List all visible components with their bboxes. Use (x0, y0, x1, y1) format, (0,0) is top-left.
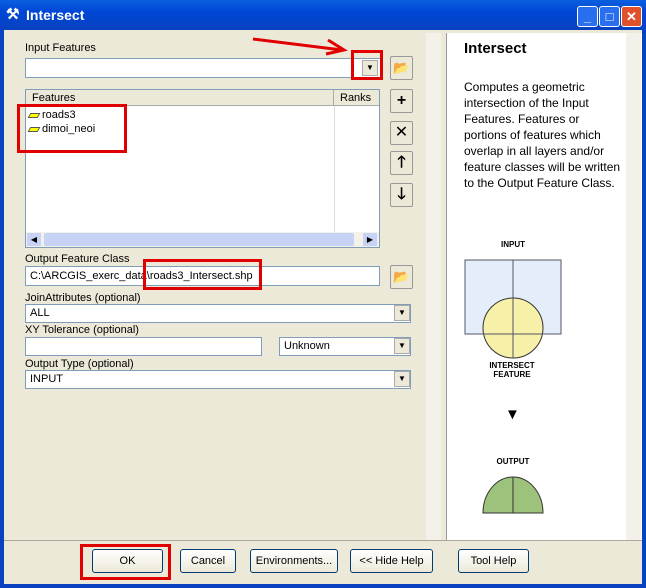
chevron-down-icon[interactable]: ▼ (394, 338, 410, 354)
hide-help-button[interactable]: << Hide Help (350, 549, 433, 573)
help-vertical-scrollbar[interactable] (626, 33, 641, 540)
title-bar: ⚒ Intersect _ □ ✕ (0, 0, 646, 30)
help-panel: Intersect Computes a geometric intersect… (446, 33, 642, 540)
help-title: Intersect (464, 40, 527, 57)
chevron-down-icon[interactable]: ▼ (394, 371, 410, 387)
window-title: Intersect (26, 7, 85, 23)
chevron-down-icon[interactable]: ▼ (394, 305, 410, 321)
annotation-box (351, 50, 383, 80)
xy-unit-select[interactable]: Unknown (279, 337, 411, 356)
output-type-label: Output Type (optional) (25, 358, 134, 370)
annotation-box (17, 104, 127, 153)
arrow-down-icon: ▼ (505, 406, 520, 423)
annotation-box (80, 544, 171, 580)
intersect-output-diagram (482, 476, 544, 514)
maximize-button[interactable]: □ (599, 6, 620, 27)
move-down-button[interactable]: 🡓 (390, 183, 413, 207)
hammer-icon: ⚒ (6, 6, 20, 23)
annotation-box (143, 259, 262, 290)
column-header-ranks[interactable]: Ranks (334, 90, 379, 106)
xy-tolerance-label: XY Tolerance (optional) (25, 324, 139, 336)
output-type-select[interactable]: INPUT (25, 370, 411, 389)
annotation-arrow (252, 37, 348, 56)
diagram-input-label: INPUT (501, 240, 525, 249)
xy-tolerance-input[interactable] (25, 337, 262, 356)
horizontal-scrollbar[interactable]: ◀ ▶ (26, 232, 379, 247)
intersect-input-diagram (464, 259, 562, 359)
minimize-button[interactable]: _ (577, 6, 598, 27)
output-feature-class-label: Output Feature Class (25, 253, 130, 265)
browse-folder-button[interactable]: 📂 (390, 265, 413, 289)
vertical-scrollbar[interactable] (426, 33, 441, 540)
move-up-button[interactable]: 🡑 (390, 151, 413, 175)
delete-row-button[interactable]: ✕ (390, 121, 413, 145)
diagram-intersect-label: INTERSECT FEATURE (489, 361, 535, 379)
join-attributes-select[interactable]: ALL (25, 304, 411, 323)
join-attributes-label: JoinAttributes (optional) (25, 292, 141, 304)
environments-button[interactable]: Environments... (250, 549, 338, 573)
add-row-button[interactable]: + (390, 89, 413, 113)
help-body: Computes a geometric intersection of the… (464, 80, 621, 190)
input-features-combo[interactable] (25, 58, 383, 78)
diagram-output-label: OUTPUT (496, 457, 530, 466)
cancel-button[interactable]: Cancel (180, 549, 236, 573)
tool-help-button[interactable]: Tool Help (458, 549, 529, 573)
browse-folder-button[interactable]: 📂 (390, 56, 413, 80)
input-features-label: Input Features (25, 42, 96, 54)
close-button[interactable]: ✕ (621, 6, 642, 27)
